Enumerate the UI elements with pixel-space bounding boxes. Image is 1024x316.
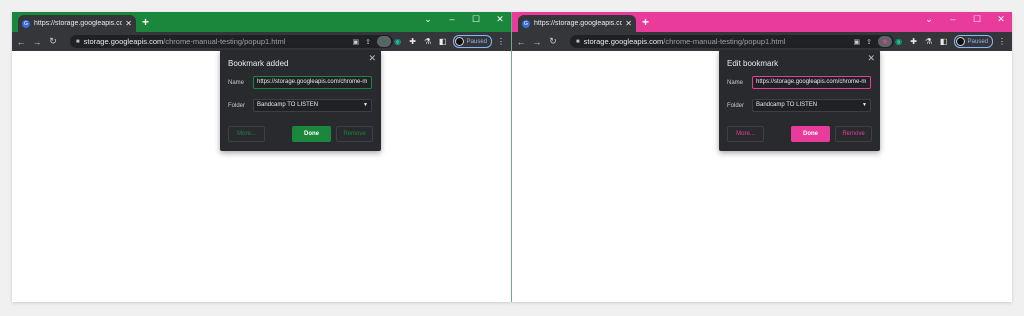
minimize-icon[interactable]: –	[447, 14, 457, 25]
url-host: storage.googleapis.com	[83, 37, 164, 46]
share-icon[interactable]: ⇪	[866, 38, 872, 46]
tab-storage-googleapis[interactable]: G https://storage.googleapis.com/ ✕	[18, 15, 136, 32]
tab-search-chevron-icon[interactable]: ⌄	[924, 14, 934, 25]
maximize-icon[interactable]: ☐	[972, 14, 982, 25]
browser-window-pink: G https://storage.googleapis.com/ ✕ + ⌄ …	[512, 12, 1012, 302]
grammarly-icon[interactable]: ◉	[393, 37, 403, 46]
lock-icon[interactable]: ■	[76, 39, 80, 45]
new-tab-plus-icon[interactable]: +	[142, 16, 149, 28]
url-path: /chrome-manual-testing/popup1.html	[663, 37, 786, 46]
kebab-menu-icon[interactable]: ⋮	[497, 37, 505, 46]
cast-icon[interactable]: ▣	[854, 38, 861, 46]
forward-arrow-icon[interactable]: →	[30, 37, 44, 47]
kebab-menu-icon[interactable]: ⋮	[998, 37, 1006, 46]
folder-label: Folder	[228, 103, 246, 109]
bookmark-star-icon[interactable]: ★	[377, 36, 391, 47]
popup-title: Edit bookmark	[727, 59, 779, 68]
tab-strip: G https://storage.googleapis.com/ ✕ + ⌄ …	[12, 12, 511, 32]
avatar	[454, 37, 464, 46]
name-label: Name	[727, 80, 744, 86]
side-panel-icon[interactable]: ◧	[939, 37, 949, 46]
maximize-icon[interactable]: ☐	[471, 14, 481, 25]
globe-favicon-icon: G	[522, 19, 530, 28]
side-panel-icon[interactable]: ◧	[438, 37, 448, 46]
url-path: /chrome-manual-testing/popup1.html	[163, 37, 286, 46]
extensions-area: ◉ ✚ ⚗ ◧ Paused ⋮	[894, 35, 1006, 48]
address-bar[interactable]: ■ storage.googleapis.com /chrome-manual-…	[570, 35, 894, 48]
bookmark-name-input[interactable]: https://storage.googleapis.com/chrome-m	[752, 76, 871, 89]
flask-icon[interactable]: ⚗	[423, 37, 433, 46]
dropdown-caret-icon: ▼	[363, 102, 368, 108]
close-icon[interactable]: ✕	[867, 53, 875, 64]
popup-title: Bookmark added	[228, 59, 289, 68]
more-button[interactable]: More...	[727, 126, 764, 142]
done-button[interactable]: Done	[791, 126, 830, 142]
cast-icon[interactable]: ▣	[353, 38, 360, 46]
tab-title: https://storage.googleapis.com/	[534, 20, 623, 27]
paused-label: Paused	[466, 38, 487, 45]
paused-label: Paused	[967, 38, 988, 45]
address-bar[interactable]: ■ storage.googleapis.com /chrome-manual-…	[70, 35, 393, 48]
lock-icon[interactable]: ■	[576, 39, 580, 45]
reload-icon[interactable]: ↻	[46, 36, 60, 47]
dropdown-caret-icon: ▼	[862, 102, 867, 108]
extensions-puzzle-icon[interactable]: ✚	[408, 37, 418, 46]
tab-close-icon[interactable]: ✕	[125, 19, 132, 28]
window-controls: ⌄ – ☐ ✕	[423, 14, 505, 25]
folder-select[interactable]: Bandcamp TO LISTEN ▼	[752, 99, 871, 112]
bookmark-popup: Bookmark added ✕ Name https://storage.go…	[220, 50, 381, 151]
back-arrow-icon[interactable]: ←	[514, 37, 528, 47]
tab-close-icon[interactable]: ✕	[625, 19, 632, 28]
folder-value: Bandcamp TO LISTEN	[756, 102, 818, 108]
tab-strip: G https://storage.googleapis.com/ ✕ + ⌄ …	[512, 12, 1012, 32]
tab-storage-googleapis[interactable]: G https://storage.googleapis.com/ ✕	[518, 15, 636, 32]
name-label: Name	[228, 80, 245, 86]
folder-value: Bandcamp TO LISTEN	[257, 102, 319, 108]
browser-window-green: G https://storage.googleapis.com/ ✕ + ⌄ …	[12, 12, 511, 302]
browser-toolbar: ← → ↻ ■ storage.googleapis.com /chrome-m…	[12, 32, 511, 51]
globe-favicon-icon: G	[22, 19, 30, 28]
url-host: storage.googleapis.com	[583, 37, 664, 46]
remove-button[interactable]: Remove	[336, 126, 373, 142]
browser-toolbar: ← → ↻ ■ storage.googleapis.com /chrome-m…	[512, 32, 1012, 51]
profile-paused-chip[interactable]: Paused	[953, 35, 993, 48]
profile-paused-chip[interactable]: Paused	[452, 35, 492, 48]
bookmark-star-icon[interactable]: ★	[878, 36, 892, 47]
done-button[interactable]: Done	[292, 126, 331, 142]
minimize-icon[interactable]: –	[948, 14, 958, 25]
extensions-puzzle-icon[interactable]: ✚	[909, 37, 919, 46]
extensions-area: ◉ ✚ ⚗ ◧ Paused ⋮	[393, 35, 505, 48]
flask-icon[interactable]: ⚗	[924, 37, 934, 46]
grammarly-icon[interactable]: ◉	[894, 37, 904, 46]
folder-select[interactable]: Bandcamp TO LISTEN ▼	[253, 99, 372, 112]
bookmark-popup: Edit bookmark ✕ Name https://storage.goo…	[719, 50, 880, 151]
forward-arrow-icon[interactable]: →	[530, 37, 544, 47]
window-controls: ⌄ – ☐ ✕	[924, 14, 1006, 25]
share-icon[interactable]: ⇪	[365, 38, 371, 46]
back-arrow-icon[interactable]: ←	[14, 37, 28, 47]
close-window-icon[interactable]: ✕	[495, 14, 505, 25]
avatar	[955, 37, 965, 46]
reload-icon[interactable]: ↻	[546, 36, 560, 47]
close-window-icon[interactable]: ✕	[996, 14, 1006, 25]
folder-label: Folder	[727, 103, 745, 109]
tab-search-chevron-icon[interactable]: ⌄	[423, 14, 433, 25]
tab-title: https://storage.googleapis.com/	[34, 20, 123, 27]
more-button[interactable]: More...	[228, 126, 265, 142]
bookmark-name-input[interactable]: https://storage.googleapis.com/chrome-m	[253, 76, 372, 89]
remove-button[interactable]: Remove	[835, 126, 872, 142]
new-tab-plus-icon[interactable]: +	[642, 16, 649, 28]
close-icon[interactable]: ✕	[368, 53, 376, 64]
